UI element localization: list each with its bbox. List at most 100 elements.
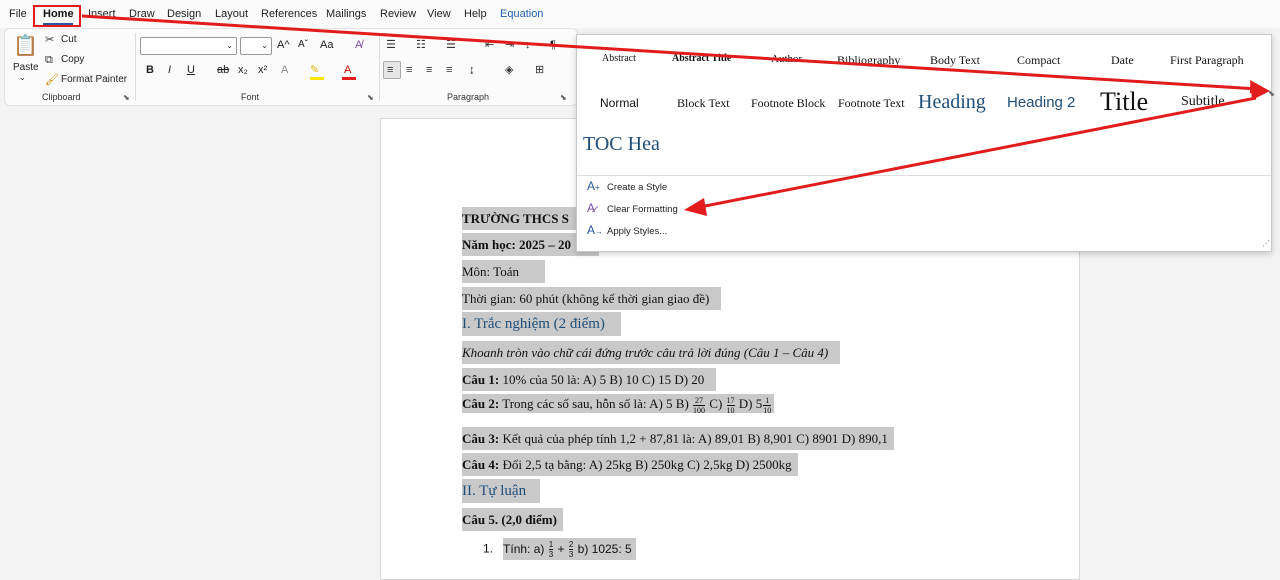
- tab-review[interactable]: Review: [380, 8, 416, 20]
- paste-icon[interactable]: 📋: [13, 35, 38, 57]
- underline-button[interactable]: U: [187, 64, 195, 76]
- borders-icon[interactable]: ⊞: [535, 64, 544, 76]
- style-footnote-text[interactable]: Footnote Text: [838, 96, 905, 111]
- font-name-dropdown[interactable]: ⌄: [140, 37, 237, 55]
- doc-question-1[interactable]: Câu 1: 10% của 50 là: A) 5 B) 10 C) 15 D…: [462, 368, 717, 391]
- change-case-button[interactable]: Aa: [320, 39, 333, 51]
- fraction: 17 10: [726, 396, 735, 415]
- annotation-home-box: [33, 5, 81, 27]
- subscript-button[interactable]: x₂: [238, 64, 248, 76]
- resize-grip-icon[interactable]: ⋰: [1262, 239, 1270, 248]
- multilevel-list-icon[interactable]: ☱: [446, 39, 456, 51]
- style-abstract-title[interactable]: Abstract Title: [672, 53, 731, 64]
- style-abstract[interactable]: Abstract: [602, 53, 636, 64]
- style-compact[interactable]: Compact: [1017, 53, 1060, 68]
- numbering-icon[interactable]: ☷: [416, 39, 426, 51]
- highlight-icon[interactable]: ✎: [310, 64, 319, 76]
- format-painter-button[interactable]: Format Painter: [61, 74, 127, 85]
- create-a-style-menu-item[interactable]: Create a Style: [607, 182, 667, 193]
- font-color-button[interactable]: A: [344, 64, 351, 76]
- clipboard-group-label: Clipboard: [42, 92, 81, 102]
- style-heading[interactable]: Heading: [918, 91, 986, 114]
- cut-button[interactable]: Cut: [61, 34, 77, 45]
- sort-icon[interactable]: ↕: [525, 39, 531, 51]
- style-toc-heading-clip: TOC Hea: [583, 133, 659, 163]
- style-first-paragraph[interactable]: First Paragraph: [1170, 53, 1244, 68]
- style-body-text[interactable]: Body Text: [930, 53, 980, 68]
- highlight-color-bar: [310, 77, 324, 80]
- doc-heading-essay[interactable]: II. Tự luận: [462, 479, 541, 503]
- superscript-button[interactable]: x²: [258, 64, 267, 76]
- style-title[interactable]: Title: [1100, 87, 1148, 117]
- style-subtitle[interactable]: Subtitle: [1181, 94, 1225, 110]
- text-effects-icon[interactable]: A: [281, 64, 288, 76]
- doc-question-2[interactable]: Câu 2: Trong các số sau, hỗn số là: A) 5…: [462, 394, 775, 415]
- style-date[interactable]: Date: [1111, 53, 1134, 68]
- doc-line-school[interactable]: TRƯỜNG THCS S: [462, 207, 581, 230]
- apply-styles-menu-item[interactable]: Apply Styles...: [607, 226, 667, 237]
- copy-button[interactable]: Copy: [61, 54, 84, 65]
- increase-indent-icon[interactable]: ⇥: [505, 39, 514, 51]
- doc-question-3[interactable]: Câu 3: Kết quả của phép tính 1,2 + 87,81…: [462, 427, 894, 450]
- tab-equation[interactable]: Equation: [500, 8, 543, 20]
- tab-design[interactable]: Design: [167, 8, 201, 20]
- font-size-dropdown[interactable]: ⌄: [240, 37, 272, 55]
- bullets-icon[interactable]: ☰: [386, 39, 396, 51]
- doc-line-subject[interactable]: Môn: Toán: [462, 260, 545, 283]
- shrink-font-button[interactable]: Aˇ: [298, 39, 308, 50]
- doc-question-4[interactable]: Câu 4: Đổi 2,5 tạ bằng: A) 25kg B) 250kg…: [462, 453, 798, 476]
- font-color-bar: [342, 77, 356, 80]
- paste-button[interactable]: Paste: [13, 62, 39, 73]
- tab-help[interactable]: Help: [464, 8, 487, 20]
- tab-draw[interactable]: Draw: [129, 8, 155, 20]
- bold-button[interactable]: B: [146, 64, 154, 76]
- tab-layout[interactable]: Layout: [215, 8, 248, 20]
- style-heading-2[interactable]: Heading 2: [1007, 94, 1075, 111]
- paragraph-group-label: Paragraph: [447, 92, 490, 102]
- tab-view[interactable]: View: [427, 8, 451, 20]
- doc-list-item-1[interactable]: 1. Tính: a) 13 + 23 b) 1025: 5: [483, 537, 636, 560]
- line-spacing-icon[interactable]: ↨: [469, 64, 475, 76]
- clipboard-launcher-icon[interactable]: ⬊: [123, 93, 130, 102]
- align-left-icon: ≡: [387, 64, 394, 76]
- divider: [577, 175, 1271, 176]
- align-left-button[interactable]: ≡: [383, 61, 401, 79]
- show-marks-button[interactable]: ¶: [550, 39, 556, 51]
- shading-icon[interactable]: ◈: [505, 64, 513, 76]
- decrease-indent-icon[interactable]: ⇤: [485, 39, 494, 51]
- tab-insert[interactable]: Insert: [88, 8, 116, 20]
- style-bibliography[interactable]: Bibliography: [837, 53, 900, 68]
- doc-line-time[interactable]: Thời gian: 60 phút (không kể thời gian g…: [462, 287, 722, 310]
- italic-button[interactable]: I: [168, 64, 171, 76]
- align-center-icon[interactable]: ≡: [406, 64, 412, 76]
- styles-launcher-icon[interactable]: ⬊: [1268, 89, 1275, 98]
- style-footnote-block[interactable]: Footnote Block: [751, 96, 825, 111]
- style-toc-heading[interactable]: TOC Hea: [583, 133, 659, 156]
- doc-heading-multiple-choice[interactable]: I. Trắc nghiệm (2 điểm): [462, 312, 621, 336]
- tab-mailings[interactable]: Mailings: [326, 8, 366, 20]
- tab-references[interactable]: References: [261, 8, 317, 20]
- doc-question-5[interactable]: Câu 5. (2,0 điểm): [462, 508, 563, 531]
- doc-line-instructions[interactable]: Khoanh tròn vào chữ cái đứng trước câu t…: [462, 341, 841, 364]
- create-style-icon: A+: [587, 179, 600, 193]
- style-author[interactable]: Author: [771, 53, 802, 65]
- fraction: 1 10: [763, 396, 772, 415]
- chevron-down-icon: ⌄: [226, 41, 233, 50]
- fraction: 23: [568, 540, 574, 559]
- clear-formatting-menu-item[interactable]: Clear Formatting: [607, 204, 678, 215]
- fraction: 13: [548, 540, 554, 559]
- tab-file[interactable]: File: [9, 8, 27, 20]
- font-group-label: Font: [241, 92, 260, 102]
- strikethrough-button[interactable]: ab: [217, 64, 229, 76]
- justify-icon[interactable]: ≡: [446, 64, 452, 76]
- style-normal[interactable]: Normal: [600, 96, 639, 110]
- grow-font-button[interactable]: A^: [277, 39, 290, 51]
- chevron-down-icon: ⌄: [261, 41, 268, 50]
- paste-dropdown-icon[interactable]: ⌄: [19, 73, 26, 82]
- paragraph-launcher-icon[interactable]: ⬊: [560, 93, 567, 102]
- menu-bar: File Home Insert Draw Design Layout Refe…: [0, 0, 1280, 28]
- style-block-text[interactable]: Block Text: [677, 96, 730, 111]
- clear-formatting-icon[interactable]: A̸: [355, 39, 362, 51]
- align-right-icon[interactable]: ≡: [426, 64, 432, 76]
- font-launcher-icon[interactable]: ⬊: [367, 93, 374, 102]
